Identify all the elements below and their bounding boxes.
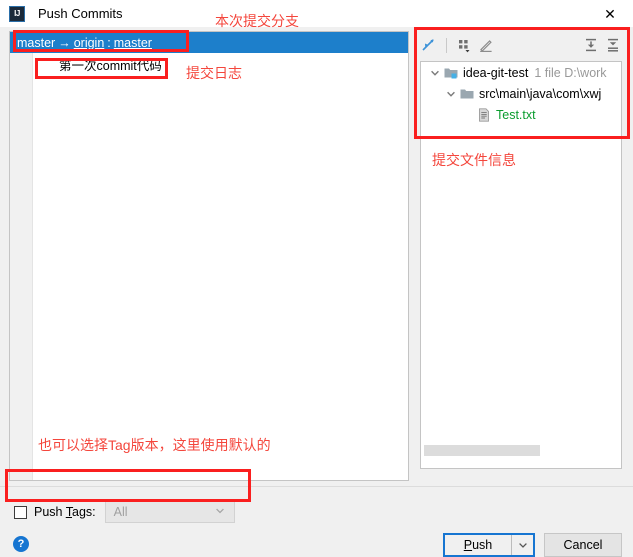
changed-files-panel: idea-git-test 1 file D:\work src\main\ja… bbox=[418, 31, 624, 481]
tree-row[interactable]: idea-git-test 1 file D:\work bbox=[421, 62, 621, 83]
chevron-down-icon[interactable] bbox=[443, 86, 459, 102]
commit-message-label: 第一次commit代码 bbox=[59, 58, 162, 73]
help-icon: ? bbox=[17, 537, 25, 550]
tree-row[interactable]: src\main\java\com\xwj bbox=[421, 83, 621, 104]
cancel-button[interactable]: Cancel bbox=[544, 533, 622, 557]
push-tags-select[interactable]: All bbox=[104, 501, 235, 523]
intellij-idea-icon bbox=[9, 5, 25, 22]
chevron-down-icon bbox=[214, 505, 226, 520]
push-tags-label-post: ags: bbox=[72, 505, 96, 519]
help-button[interactable]: ? bbox=[13, 536, 29, 552]
branch-row[interactable]: master → origin : master bbox=[10, 32, 408, 53]
push-button-group[interactable]: Push bbox=[443, 533, 535, 557]
push-tags-label-pre: Push bbox=[34, 505, 66, 519]
chevron-down-icon bbox=[518, 543, 527, 548]
collapse-expand-icon[interactable] bbox=[418, 34, 440, 56]
tree-node-label: Test.txt bbox=[496, 107, 536, 122]
text-file-icon bbox=[476, 107, 492, 123]
title-bar: Push Commits ✕ bbox=[0, 0, 633, 27]
cancel-label: Cancel bbox=[563, 538, 603, 552]
local-branch-label: master bbox=[17, 35, 56, 50]
dialog-content: master → origin : master 第一次commit代码 ide… bbox=[0, 27, 633, 557]
chevron-down-icon[interactable] bbox=[427, 65, 443, 81]
scrollbar-thumb[interactable] bbox=[424, 445, 540, 456]
changed-files-tree[interactable]: idea-git-test 1 file D:\work src\main\ja… bbox=[420, 61, 622, 469]
push-label-mnemonic: P bbox=[463, 538, 473, 552]
collapse-all-icon[interactable] bbox=[602, 34, 624, 56]
close-button[interactable]: ✕ bbox=[587, 0, 633, 27]
commits-list-panel[interactable]: master → origin : master 第一次commit代码 bbox=[9, 31, 409, 481]
expand-all-icon[interactable] bbox=[580, 34, 602, 56]
remote-name-link[interactable]: origin bbox=[74, 36, 105, 50]
close-icon: ✕ bbox=[604, 5, 616, 22]
files-horizontal-scrollbar[interactable] bbox=[424, 445, 621, 456]
commit-list-item[interactable]: 第一次commit代码 bbox=[34, 54, 162, 74]
commits-gutter bbox=[10, 32, 33, 480]
folder-icon bbox=[459, 86, 475, 102]
push-tags-checkbox[interactable] bbox=[14, 505, 27, 519]
push-tags-row: Push Tags: All bbox=[14, 499, 235, 525]
tree-row[interactable]: Test.txt bbox=[421, 104, 621, 125]
tree-node-label: src\main\java\com\xwj bbox=[479, 86, 602, 101]
group-by-icon[interactable] bbox=[453, 34, 475, 56]
remote-branch-link[interactable]: master bbox=[114, 36, 152, 50]
tree-node-meta: 1 file D:\work bbox=[534, 65, 607, 80]
push-tags-label: Push Tags: bbox=[34, 505, 96, 519]
footer-divider bbox=[0, 486, 633, 487]
edit-icon[interactable] bbox=[475, 34, 497, 56]
toolbar-divider bbox=[446, 37, 447, 53]
files-toolbar bbox=[418, 31, 624, 59]
branch-separator: : bbox=[107, 35, 111, 50]
push-button[interactable]: Push bbox=[445, 535, 511, 555]
window-title: Push Commits bbox=[38, 6, 123, 21]
module-folder-icon bbox=[443, 65, 459, 81]
push-label-post: ush bbox=[472, 538, 493, 552]
push-tags-select-value: All bbox=[113, 505, 128, 519]
push-dropdown-button[interactable] bbox=[512, 535, 533, 555]
branch-arrow-icon: → bbox=[58, 35, 71, 50]
tree-node-label: idea-git-test bbox=[463, 65, 529, 80]
